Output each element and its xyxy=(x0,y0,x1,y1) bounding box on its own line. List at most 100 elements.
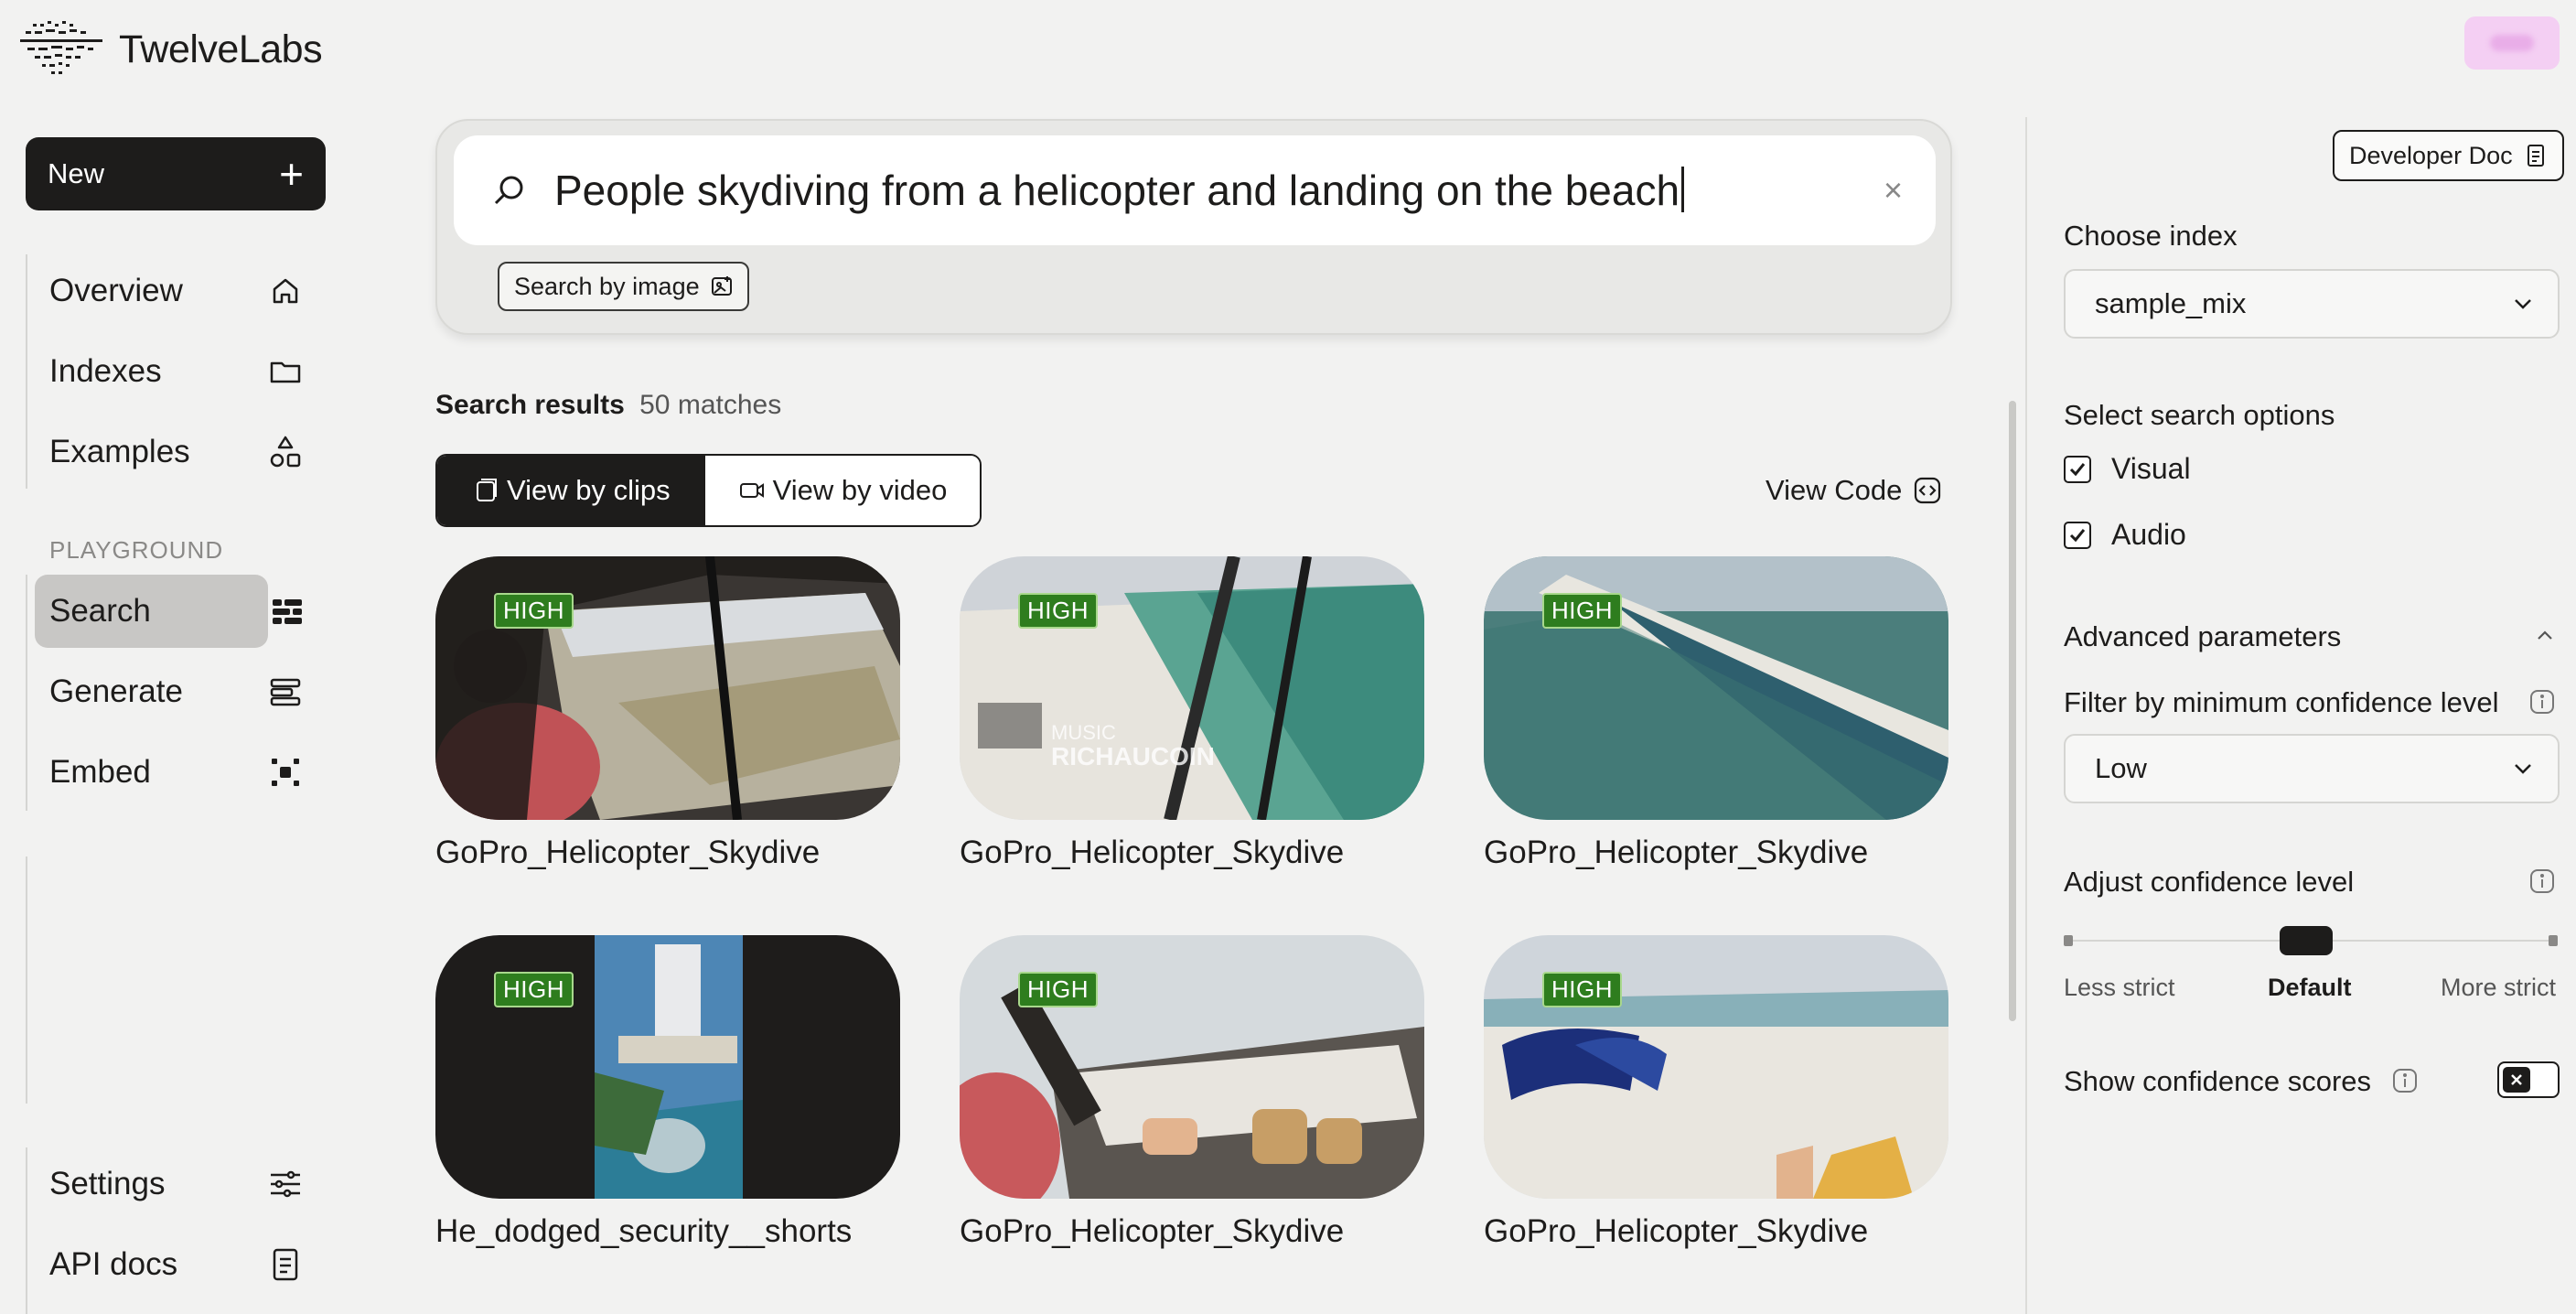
main-nav: Overview Indexes Examples xyxy=(26,254,324,489)
info-icon[interactable] xyxy=(2391,1067,2419,1094)
search-panel: People skydiving from a helicopter and l… xyxy=(435,119,1952,335)
result-card[interactable]: HIGH He_dodged_security__shorts xyxy=(435,935,900,1250)
video-thumbnail[interactable]: HIGH xyxy=(1484,556,1948,820)
playground-section-label: PLAYGROUND xyxy=(49,536,224,564)
view-mode-toggle: View by clips View by video xyxy=(435,454,982,527)
video-title[interactable]: GoPro_Helicopter_Skydive xyxy=(1484,1213,1948,1250)
show-confidence-scores-label: Show confidence scores xyxy=(2064,1065,2372,1097)
user-avatar[interactable] xyxy=(2464,16,2560,70)
sidebar-item-search-highlight: Search xyxy=(35,575,269,648)
results-count: 50 matches xyxy=(639,390,782,420)
results-summary: Search results 50 matches xyxy=(435,390,781,421)
view-by-video-button[interactable]: View by video xyxy=(704,456,981,525)
watermark-line1: MUSIC xyxy=(1051,721,1116,744)
sidebar-item-settings[interactable]: Settings xyxy=(27,1147,324,1221)
sidebar-item-examples[interactable]: Examples xyxy=(27,415,324,489)
results-scrollbar[interactable] xyxy=(2009,401,2016,1021)
visual-checkbox[interactable] xyxy=(2064,455,2091,483)
checkmark-icon xyxy=(2069,462,2086,476)
shapes-icon xyxy=(265,432,306,472)
checkmark-icon xyxy=(2069,528,2086,542)
code-icon xyxy=(1915,477,1941,504)
search-query-text: People skydiving from a helicopter and l… xyxy=(554,166,1884,215)
index-select-value: sample_mix xyxy=(2095,287,2247,319)
new-button[interactable]: New + xyxy=(26,137,326,210)
video-title[interactable]: He_dodged_security__shorts xyxy=(435,1213,900,1250)
min-confidence-value: Low xyxy=(2095,752,2147,784)
sidebar-item-search[interactable]: Search xyxy=(27,575,324,648)
sidebar-item-api-docs[interactable]: API docs xyxy=(27,1228,324,1301)
min-confidence-select[interactable]: Low xyxy=(2064,734,2560,803)
video-title[interactable]: GoPro_Helicopter_Skydive xyxy=(435,835,900,871)
view-by-clips-button[interactable]: View by clips xyxy=(437,456,705,525)
search-grid-icon xyxy=(268,591,306,631)
sidebar-item-overview[interactable]: Overview xyxy=(27,254,324,328)
confidence-badge: HIGH xyxy=(1542,593,1622,629)
sliders-icon xyxy=(265,1164,306,1204)
video-thumbnail[interactable]: HIGH xyxy=(435,556,900,820)
audio-option[interactable]: Audio xyxy=(2064,518,2186,552)
search-icon xyxy=(494,176,523,205)
image-search-icon xyxy=(711,276,732,296)
sidebar-item-label: Overview xyxy=(49,273,183,308)
results-label: Search results xyxy=(435,390,625,420)
result-card[interactable]: HIGH GoPro_Helicopter_Skydive xyxy=(960,935,1424,1250)
clear-search-icon[interactable]: × xyxy=(1884,171,1903,210)
search-by-image-button[interactable]: Search by image xyxy=(498,262,749,311)
visual-option[interactable]: Visual xyxy=(2064,452,2191,486)
slider-more-strict-label: More strict xyxy=(2441,974,2557,1001)
sidebar-item-indexes[interactable]: Indexes xyxy=(27,335,324,408)
result-card[interactable]: HIGH GoPro_Helicopter_Skydive xyxy=(1484,556,1948,871)
search-options-label: Select search options xyxy=(2064,399,2335,431)
panel-divider xyxy=(2025,117,2027,1314)
view-code-label: View Code xyxy=(1766,474,1903,506)
show-confidence-scores-toggle[interactable] xyxy=(2497,1061,2560,1098)
audio-option-label: Audio xyxy=(2111,518,2186,551)
document-icon xyxy=(265,1244,306,1285)
sidebar-item-generate[interactable]: Generate xyxy=(27,655,324,728)
slider-default-label: Default xyxy=(2268,974,2352,1001)
search-input[interactable]: People skydiving from a helicopter and l… xyxy=(454,135,1936,245)
confidence-badge: HIGH xyxy=(1018,593,1098,629)
info-icon[interactable] xyxy=(2528,688,2556,716)
view-by-video-label: View by video xyxy=(772,474,948,506)
video-title[interactable]: GoPro_Helicopter_Skydive xyxy=(960,835,1424,871)
generate-icon xyxy=(265,672,306,712)
sidebar-item-embed[interactable]: Embed xyxy=(27,736,324,809)
video-thumbnail[interactable]: HIGH xyxy=(1484,935,1948,1199)
video-title[interactable]: GoPro_Helicopter_Skydive xyxy=(1484,835,1948,871)
chevron-up-icon[interactable] xyxy=(2532,622,2558,648)
watermark-line2: RICHAUCOIN xyxy=(1051,742,1215,770)
close-icon xyxy=(2511,1074,2522,1085)
developer-doc-button[interactable]: Developer Doc xyxy=(2333,130,2564,181)
choose-index-label: Choose index xyxy=(2064,220,2238,252)
text-caret xyxy=(1681,167,1685,212)
confidence-slider-thumb[interactable] xyxy=(2280,926,2333,955)
video-thumbnail[interactable]: HIGH xyxy=(435,935,900,1199)
toggle-knob xyxy=(2503,1067,2530,1093)
view-by-clips-label: View by clips xyxy=(507,474,671,506)
result-card[interactable]: HIGH GoPro_Helicopter_Skydive xyxy=(435,556,900,871)
video-thumbnail[interactable]: MUSIC RICHAUCOIN HIGH xyxy=(960,556,1424,820)
sidebar-item-label: Generate xyxy=(49,673,183,709)
advanced-parameters-toggle[interactable]: Advanced parameters xyxy=(2064,620,2341,653)
visual-option-label: Visual xyxy=(2111,452,2191,485)
sidebar-item-label: API docs xyxy=(49,1246,178,1282)
brand-logo[interactable]: TwelveLabs xyxy=(20,18,323,81)
filter-confidence-label: Filter by minimum confidence level xyxy=(2064,686,2499,718)
result-card[interactable]: MUSIC RICHAUCOIN HIGH GoPro_Helicopter_S… xyxy=(960,556,1424,871)
result-card[interactable]: HIGH GoPro_Helicopter_Skydive xyxy=(1484,935,1948,1250)
view-code-button[interactable]: View Code xyxy=(1766,474,1942,507)
index-select[interactable]: sample_mix xyxy=(2064,269,2560,339)
app-root: TwelveLabs New + Overview Indexes Exampl… xyxy=(0,0,2576,1314)
confidence-badge: HIGH xyxy=(1018,972,1098,1007)
video-title[interactable]: GoPro_Helicopter_Skydive xyxy=(960,1213,1424,1250)
video-thumbnail[interactable]: HIGH xyxy=(960,935,1424,1199)
chevron-down-icon xyxy=(2515,299,2531,309)
playground-nav: Search Generate Embed xyxy=(26,575,324,811)
sidebar-item-label: Settings xyxy=(49,1166,166,1201)
clips-icon xyxy=(477,479,497,501)
info-icon[interactable] xyxy=(2528,867,2556,895)
audio-checkbox[interactable] xyxy=(2064,521,2091,549)
confidence-badge: HIGH xyxy=(494,972,574,1007)
